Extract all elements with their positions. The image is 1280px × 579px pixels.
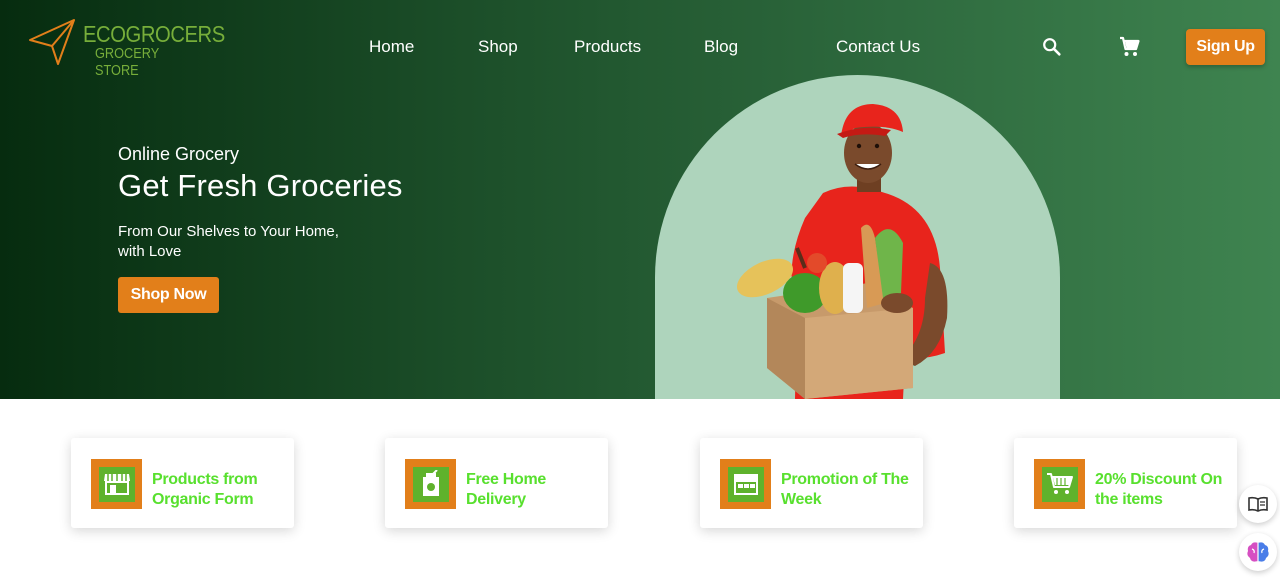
hero-eyebrow: Online Grocery xyxy=(118,144,240,164)
storefront-icon xyxy=(91,459,142,509)
brand-name: ECOGROCERS xyxy=(83,21,225,47)
feature-card-promotion: Promotion of The Week xyxy=(700,438,923,528)
ai-assistant-icon[interactable] xyxy=(1239,533,1277,571)
hero-section: ECOGROCERS GROCERY STORE Home Shop Produ… xyxy=(0,0,1280,399)
nav-contact-us[interactable]: Contact Us xyxy=(836,37,920,57)
nav-products[interactable]: Products xyxy=(574,37,641,57)
search-icon[interactable] xyxy=(1039,34,1065,60)
shop-now-button[interactable]: Shop Now xyxy=(118,277,219,313)
feature-card-delivery: Free Home Delivery xyxy=(385,438,608,528)
feature-label: Products from Organic Form xyxy=(152,471,258,508)
feature-card-discount: 20% Discount On the items xyxy=(1014,438,1237,528)
nav-home[interactable]: Home xyxy=(369,37,414,57)
shop-icon xyxy=(720,459,771,509)
feature-card-organic: Products from Organic Form xyxy=(71,438,294,528)
hero-description: From Our Shelves to Your Home, with Love xyxy=(118,223,339,260)
delivery-bag-icon xyxy=(405,459,456,509)
brand-logo[interactable]: ECOGROCERS GROCERY STORE xyxy=(28,18,225,79)
cart-icon[interactable] xyxy=(1117,34,1143,60)
feature-label: Free Home Delivery xyxy=(466,471,546,508)
sign-up-button[interactable]: Sign Up xyxy=(1186,29,1265,65)
cart-icon xyxy=(1034,459,1085,509)
nav-blog[interactable]: Blog xyxy=(704,37,738,57)
reader-mode-icon[interactable] xyxy=(1239,485,1277,523)
feature-label: 20% Discount On the items xyxy=(1095,471,1223,508)
brand-tagline: GROCERY STORE xyxy=(95,45,160,79)
nav-shop[interactable]: Shop xyxy=(478,37,518,57)
delivery-person-image xyxy=(736,104,948,399)
hero-title: Get Fresh Groceries xyxy=(118,168,403,203)
feature-label: Promotion of The Week xyxy=(781,471,909,508)
paper-plane-icon xyxy=(29,19,75,65)
